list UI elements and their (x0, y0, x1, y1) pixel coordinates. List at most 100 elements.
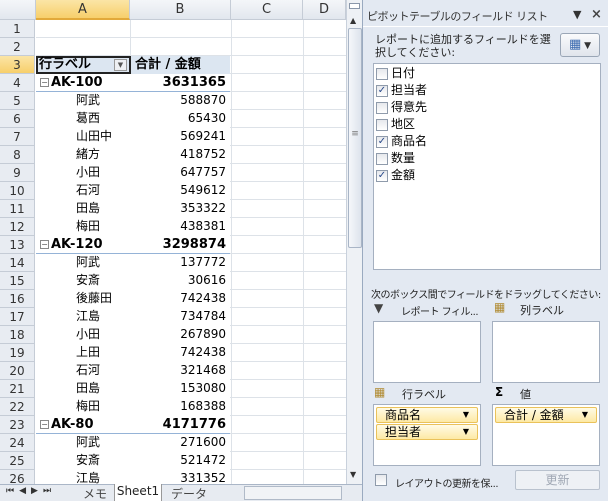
sheet-tab-data[interactable]: データ (164, 485, 214, 501)
column-header-b[interactable]: B (130, 0, 231, 20)
sheet-tab-sheet1[interactable]: Sheet1 (114, 484, 162, 501)
field-item[interactable]: 日付 (374, 65, 600, 82)
values-label: 値 (520, 388, 531, 401)
chip-label: 商品名 (385, 408, 422, 422)
row-header[interactable]: 25 (0, 452, 35, 470)
row-label-header-cell[interactable]: 行ラベル ▼ (36, 56, 131, 74)
row-header[interactable]: 12 (0, 218, 35, 236)
column-labels-area[interactable] (492, 321, 600, 383)
row-label: − AK-120 (36, 236, 130, 253)
values-area[interactable]: 合計 / 金額 ▼ (492, 404, 600, 466)
field-checkbox[interactable] (376, 152, 388, 165)
field-item[interactable]: 地区 (374, 116, 600, 133)
row-value: 3631365 (162, 75, 226, 90)
row-header[interactable]: 8 (0, 146, 35, 164)
row-field-chip[interactable]: 商品名 ▼ (376, 407, 478, 423)
row-header[interactable]: 2 (0, 38, 35, 56)
field-label: 金額 (391, 168, 416, 182)
vertical-scrollbar[interactable]: ▲ ≡ ▼ (346, 0, 362, 484)
row-value: 569241 (180, 129, 226, 143)
scroll-down-icon[interactable]: ▼ (350, 470, 356, 479)
scroll-thumb[interactable]: ≡ (348, 28, 362, 248)
row-header[interactable]: 24 (0, 434, 35, 452)
row-value: 353322 (180, 201, 226, 215)
row-header[interactable]: 19 (0, 344, 35, 362)
field-label: 地区 (391, 117, 416, 131)
report-filter-area[interactable] (373, 321, 481, 383)
spreadsheet: A B C D 1 2 3 4 5 6 7 8 9 10 11 12 13 14 15 16 17 18 19 20 2… (0, 0, 362, 501)
horizontal-scrollbar[interactable] (244, 486, 342, 500)
row-header[interactable]: 17 (0, 308, 35, 326)
row-header[interactable]: 7 (0, 128, 35, 146)
filter-dropdown-icon[interactable]: ▼ (114, 59, 127, 71)
select-all-corner[interactable] (0, 0, 36, 20)
field-checkbox[interactable] (376, 101, 388, 114)
field-list: 日付 ✓ 担当者 得意先 地区 ✓ 商品名 数量 ✓ 金額 (373, 63, 601, 270)
row-header[interactable]: 11 (0, 200, 35, 218)
row-value: 438381 (180, 219, 226, 233)
field-checkbox[interactable]: ✓ (376, 135, 388, 148)
row-header[interactable]: 23 (0, 416, 35, 434)
field-item[interactable]: ✓ 担当者 (374, 82, 600, 99)
field-checkbox[interactable]: ✓ (376, 169, 388, 182)
row-header[interactable]: 6 (0, 110, 35, 128)
pivot-item-row: 石河 549612 (36, 182, 230, 200)
row-header[interactable]: 14 (0, 254, 35, 272)
collapse-icon[interactable]: − (40, 240, 49, 249)
row-header[interactable]: 4 (0, 74, 35, 92)
row-label: 梅田 (36, 218, 130, 235)
row-header[interactable]: 20 (0, 362, 35, 380)
drag-instruction: 次のボックス間でフィールドをドラッグしてください: (371, 290, 601, 301)
row-value: 65430 (187, 111, 226, 125)
row-header[interactable]: 18 (0, 326, 35, 344)
column-header-d[interactable]: D (303, 0, 346, 20)
defer-update-checkbox[interactable] (375, 474, 387, 486)
row-label-text: 江島 (76, 471, 101, 485)
row-header[interactable]: 13 (0, 236, 35, 254)
row-header[interactable]: 1 (0, 20, 35, 38)
field-checkbox[interactable] (376, 67, 388, 80)
pivot-item-row: 葛西 65430 (36, 110, 230, 128)
sheet-tab-memo[interactable]: メモ (76, 485, 114, 501)
collapse-icon[interactable]: − (40, 78, 49, 87)
pivot-item-row: 阿武 588870 (36, 92, 230, 110)
pane-menu-icon[interactable]: ▼ (573, 8, 581, 21)
row-header[interactable]: 21 (0, 380, 35, 398)
scroll-up-icon[interactable]: ▲ (350, 16, 356, 25)
field-checkbox[interactable] (376, 118, 388, 131)
pivot-item-row: 上田 742438 (36, 344, 230, 362)
field-item[interactable]: ✓ 商品名 (374, 133, 600, 150)
pivot-item-row: 安斎 30616 (36, 272, 230, 290)
row-labels-area[interactable]: 商品名 ▼ 担当者 ▼ (373, 404, 481, 466)
row-header[interactable]: 10 (0, 182, 35, 200)
grid-row (36, 38, 346, 56)
close-icon[interactable]: × (591, 7, 602, 22)
row-header[interactable]: 3 (0, 56, 35, 74)
split-box[interactable] (349, 3, 360, 9)
row-label: 石河 (36, 362, 130, 379)
column-header-a[interactable]: A (36, 0, 130, 20)
collapse-icon[interactable]: − (40, 420, 49, 429)
row-header[interactable]: 5 (0, 92, 35, 110)
row-label: 梅田 (36, 398, 130, 415)
row-header[interactable]: 16 (0, 290, 35, 308)
sheet-nav-icons[interactable]: ⏮◀▶⏭ (6, 486, 56, 496)
row-header[interactable]: 9 (0, 164, 35, 182)
value-field-chip[interactable]: 合計 / 金額 ▼ (495, 407, 597, 423)
field-item[interactable]: 数量 (374, 150, 600, 167)
row-header[interactable]: 22 (0, 398, 35, 416)
pivot-item-row: 田島 353322 (36, 200, 230, 218)
update-button[interactable]: 更新 (515, 470, 600, 490)
row-label: 小田 (36, 164, 130, 181)
layout-options-button[interactable]: ▦ ▼ (560, 33, 600, 57)
field-checkbox[interactable]: ✓ (376, 84, 388, 97)
field-item[interactable]: ✓ 金額 (374, 167, 600, 184)
column-header-c[interactable]: C (231, 0, 303, 20)
row-label: 阿武 (36, 434, 130, 451)
row-field-chip[interactable]: 担当者 ▼ (376, 424, 478, 440)
field-label: 商品名 (391, 134, 428, 148)
value-header: 合計 / 金額 (135, 57, 201, 72)
field-item[interactable]: 得意先 (374, 99, 600, 116)
row-value: 30616 (187, 273, 226, 287)
row-header[interactable]: 15 (0, 272, 35, 290)
